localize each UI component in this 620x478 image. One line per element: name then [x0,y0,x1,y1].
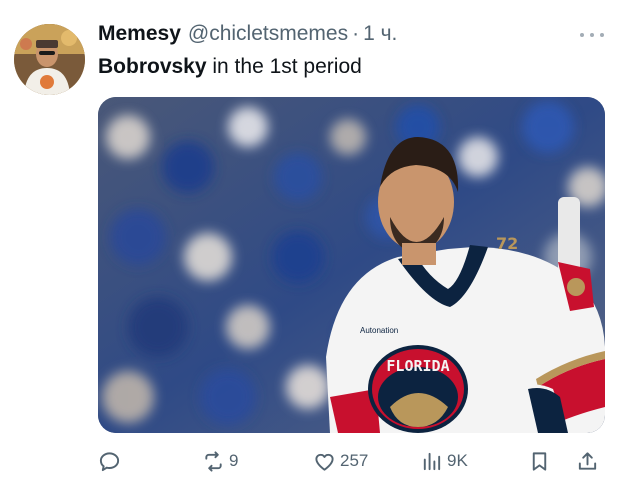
retweet-button[interactable]: 9 [202,447,238,475]
like-button[interactable]: 257 [313,447,368,475]
views-button[interactable]: 9K [420,447,468,475]
timestamp[interactable]: 1 ч. [363,22,397,46]
retweet-count: 9 [229,451,239,470]
share-icon [576,450,599,473]
tweet-text-bold: Bobrovsky [98,55,207,78]
retweet-icon [202,450,225,473]
more-icon[interactable] [580,30,604,40]
jersey-number: 72 [496,234,518,253]
hockey-player-photo: FLORIDA Autonation 72 [98,97,605,433]
tweet-text-rest: in the 1st period [206,55,362,78]
author-avatar[interactable] [14,24,85,95]
header-separator: · [352,22,360,45]
avatar-image [14,24,85,95]
reply-icon [98,450,121,473]
share-button[interactable] [576,447,599,475]
views-count: 9K [447,451,468,470]
author-handle[interactable]: @chicletsmemes [188,22,348,46]
jersey-sponsor: Autonation [360,326,398,335]
tweet-header: Memesy @chicletsmemes · 1 ч. [98,22,397,50]
jersey-crest-text: FLORIDA [386,357,449,375]
tweet-actions: 9 257 9K [98,447,608,475]
bookmark-icon [528,450,551,473]
views-icon [420,450,443,473]
author-name[interactable]: Memesy [98,22,181,46]
like-icon [313,450,336,473]
reply-button[interactable] [98,447,125,475]
like-count: 257 [340,451,369,470]
tweet-media-image[interactable]: FLORIDA Autonation 72 [98,97,605,433]
bookmark-button[interactable] [528,447,551,475]
tweet-text: Bobrovsky in the 1st period [98,55,362,79]
